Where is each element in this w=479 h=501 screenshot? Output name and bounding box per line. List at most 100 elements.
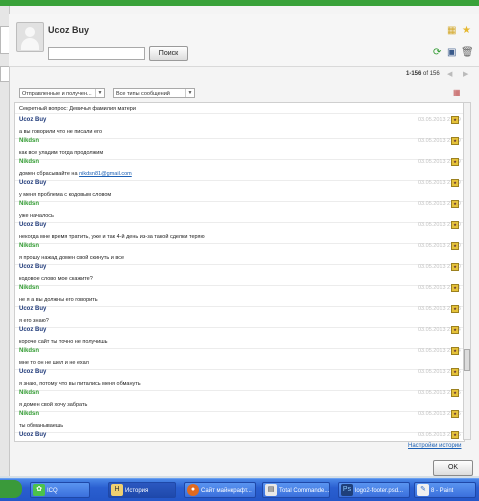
message-text: у меня проблема с кодовым словом (19, 192, 111, 198)
type-filter-dropdown[interactable]: Все типы сообщений ▼ (113, 88, 195, 98)
message-separator (15, 201, 464, 202)
message-icon: ★ (451, 179, 459, 187)
taskbar-item-paint[interactable]: ✎ 8 - Paint (414, 482, 476, 498)
star-folder-icon[interactable]: ★ (462, 26, 471, 36)
message-text: домен сбрасывайте на nikdsn81@gmail.com (19, 171, 132, 177)
message-text: не я а вы должны его говорить (19, 297, 98, 303)
email-link[interactable]: nikdsn81@gmail.com (79, 171, 132, 177)
refresh-icon[interactable]: ⟳ (433, 48, 441, 58)
prev-page-icon[interactable]: ◀ (447, 70, 452, 80)
counter-range: 1-156 (406, 71, 422, 77)
message-sender: Ucoz Buy (19, 327, 47, 333)
photoshop-icon: Ps (341, 484, 353, 496)
message-text: а вы говорили что не писали его (19, 129, 102, 135)
message-body: я знаю, потому что вы питались меня обма… (19, 381, 141, 387)
contact-name: Ucoz Buy (48, 25, 90, 35)
message-text: некогда мне время тратить, уже и так 4-й… (19, 234, 205, 240)
message-body: мне то он не шел и не ехал (19, 360, 89, 366)
message-separator (15, 348, 464, 349)
direction-filter-dropdown[interactable]: Отправленные и получен... ▼ (19, 88, 105, 98)
ok-button[interactable]: OK (433, 460, 473, 476)
message-icon: ★ (451, 326, 459, 334)
message-icon: ★ (451, 389, 459, 397)
taskbar-item-total-commander[interactable]: ▤ Total Commande... (262, 482, 330, 498)
message-icon: ★ (451, 158, 459, 166)
message-separator (15, 138, 464, 139)
message-text: я его знаю? (19, 318, 49, 324)
message-separator (15, 369, 464, 370)
history-settings-link[interactable]: Настройки истории (408, 443, 462, 449)
message-text: как все уладим тогда продолжим (19, 150, 103, 156)
message-icon: ★ (451, 263, 459, 271)
message-separator (15, 285, 464, 286)
taskbar-item-photoshop[interactable]: Ps logo2-footer.psd... (338, 482, 410, 498)
message-separator (15, 180, 464, 181)
message-sender: Nikdsn (19, 138, 40, 144)
message-separator (15, 411, 464, 412)
message-separator (15, 432, 464, 433)
taskbar-item-firefox[interactable]: ● Сайт майнкрафт... (184, 482, 256, 498)
message-sender: Ucoz Buy (19, 369, 47, 375)
message-body: как все уладим тогда продолжим (19, 150, 104, 156)
calendar-icon[interactable]: ▦ (453, 88, 461, 98)
taskbar-item-label: Сайт майнкрафт... (201, 488, 252, 494)
message-text: ты обманываешь (19, 423, 63, 429)
chevron-down-icon: ▼ (95, 89, 104, 97)
delete-icon[interactable]: 🗑 (461, 48, 474, 58)
save-icon[interactable]: ▣ (447, 48, 456, 58)
message-separator (15, 306, 464, 307)
message-body: я прошу нажад домен свой скинуть и все (19, 255, 125, 261)
message-separator (15, 222, 464, 223)
message-body: у меня проблема с кодовым словом (19, 192, 112, 198)
message-body: а вы говорили что не писали его (19, 129, 102, 135)
start-button[interactable] (0, 480, 22, 498)
message-body: я домен свой хочу забрать (19, 402, 88, 408)
message-icon: ★ (451, 221, 459, 229)
taskbar-item-label: История (125, 488, 149, 494)
message-sender: Ucoz Buy (19, 180, 47, 186)
direction-filter-value: Отправленные и получен... (22, 91, 92, 97)
message-counter: 1-156 of 156 (406, 71, 440, 77)
secret-question-text: Секретный вопрос: Девичья фамилия матери (19, 106, 136, 112)
message-sender: Nikdsn (19, 285, 40, 291)
message-text: я прошу нажад домен свой скинуть и все (19, 255, 124, 261)
message-icon: ★ (451, 410, 459, 418)
message-separator (15, 243, 464, 244)
search-input[interactable] (48, 47, 145, 60)
scrollbar[interactable] (463, 102, 471, 440)
taskbar-item-icq[interactable]: ✿ ICQ (30, 482, 90, 498)
next-page-icon[interactable]: ▶ (463, 70, 468, 80)
message-icon: ★ (451, 242, 459, 250)
message-text: уже началось (19, 213, 54, 219)
taskbar-item-label: 8 - Paint (431, 488, 454, 494)
message-body: некогда мне время тратить, уже и так 4-й… (19, 234, 205, 240)
avatar (16, 22, 44, 52)
message-body: ты обманываешь (19, 423, 64, 429)
message-icon: ★ (451, 116, 459, 124)
message-text: я знаю, потому что вы питались меня обма… (19, 381, 141, 387)
chevron-down-icon: ▼ (185, 89, 194, 97)
message-separator (15, 327, 464, 328)
message-text: я домен свой хочу забрать (19, 402, 87, 408)
type-filter-value: Все типы сообщений (116, 91, 170, 97)
message-sender: Ucoz Buy (19, 264, 47, 270)
message-icon: ★ (451, 368, 459, 376)
message-sender: Nikdsn (19, 159, 40, 165)
message-icon: ★ (451, 137, 459, 145)
search-button[interactable]: Поиск (149, 46, 188, 61)
message-sender: Nikdsn (19, 243, 40, 249)
scrollbar-thumb[interactable] (464, 349, 470, 371)
taskbar-item-label: Total Commande... (279, 488, 330, 494)
message-body: уже началось (19, 213, 54, 219)
message-sender: Ucoz Buy (19, 222, 47, 228)
folder-icon[interactable]: ▦ (447, 26, 456, 36)
paint-icon: ✎ (417, 484, 429, 496)
message-icon: ★ (451, 284, 459, 292)
message-icon: ★ (451, 200, 459, 208)
message-body: не я а вы должны его говорить (19, 297, 98, 303)
message-sender: Nikdsn (19, 201, 40, 207)
taskbar-item-history[interactable]: H История (108, 482, 176, 498)
taskbar-item-label: logo2-footer.psd... (355, 488, 404, 494)
total-commander-icon: ▤ (265, 484, 277, 496)
message-body: домен сбрасывайте на (19, 171, 78, 177)
